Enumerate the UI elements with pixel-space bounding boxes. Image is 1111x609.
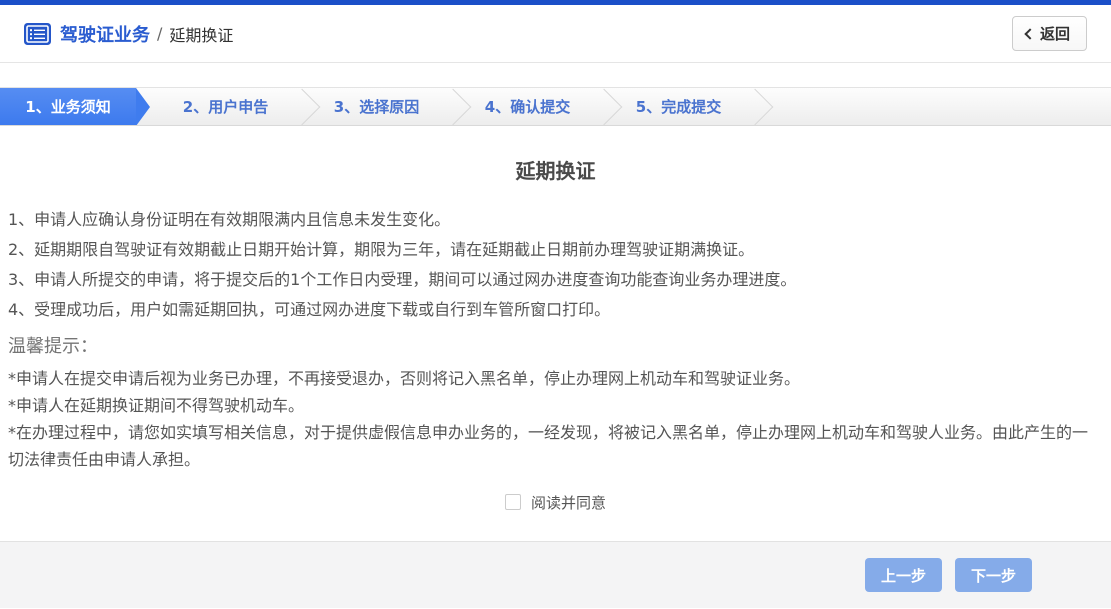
previous-step-button[interactable]: 上一步 <box>865 558 942 592</box>
tip-line: *申请人在提交申请后视为业务已办理，不再接受退办，否则将记入黑名单，停止办理网上… <box>8 365 1103 392</box>
tips-title: 温馨提示： <box>8 329 1103 365</box>
step-1-business-notice: 1、业务须知 <box>0 88 136 125</box>
tip-line: *申请人在延期换证期间不得驾驶机动车。 <box>8 392 1103 419</box>
active-step-arrow-icon <box>136 88 150 126</box>
breadcrumb-root[interactable]: 驾驶证业务 <box>60 21 150 47</box>
page-title: 延期换证 <box>8 155 1103 184</box>
notice-line: 4、受理成功后，用户如需延期回执，可通过网办进度下载或自行到车管所窗口打印。 <box>8 295 1103 325</box>
list-icon <box>24 23 51 45</box>
notice-line: 3、申请人所提交的申请，将于提交后的1个工作日内受理，期间可以通过网办进度查询功… <box>8 265 1103 295</box>
step-label: 2、用户申告 <box>183 96 268 117</box>
chevron-left-icon <box>1024 28 1035 39</box>
agree-row: 阅读并同意 <box>8 490 1103 514</box>
step-5-complete-submit: 5、完成提交 <box>603 88 754 125</box>
footer-action-bar: 上一步 下一步 <box>0 541 1111 608</box>
step-label: 1、业务须知 <box>25 96 110 117</box>
page-header: 驾驶证业务 / 延期换证 返回 <box>0 5 1111 63</box>
step-separator-icon <box>737 89 774 126</box>
step-3-select-reason: 3、选择原因 <box>301 88 452 125</box>
breadcrumb-current: 延期换证 <box>169 22 233 46</box>
agree-checkbox[interactable] <box>505 494 521 510</box>
notice-line: 2、延期期限自驾驶证有效期截止日期开始计算，期限为三年，请在延期截止日期前办理驾… <box>8 235 1103 265</box>
breadcrumb-separator: / <box>157 24 162 43</box>
step-label: 5、完成提交 <box>636 96 721 117</box>
step-4-confirm-submit: 4、确认提交 <box>452 88 603 125</box>
next-step-button[interactable]: 下一步 <box>955 558 1032 592</box>
notice-line: 1、申请人应确认身份证明在有效期限满内且信息未发生变化。 <box>8 205 1103 235</box>
header-step-gap <box>0 63 1111 87</box>
tip-line: *在办理过程中，请您如实填写相关信息，对于提供虚假信息申办业务的，一经发现，将被… <box>8 419 1103 473</box>
step-2-user-declaration: 2、用户申告 <box>150 88 301 125</box>
breadcrumb: 驾驶证业务 / 延期换证 <box>60 21 233 47</box>
wizard-step-bar: 1、业务须知 2、用户申告 3、选择原因 4、确认提交 5、完成提交 <box>0 87 1111 126</box>
step-label: 4、确认提交 <box>485 96 570 117</box>
step-label: 3、选择原因 <box>334 96 419 117</box>
back-button-label: 返回 <box>1040 23 1070 44</box>
agree-label[interactable]: 阅读并同意 <box>531 492 606 513</box>
main-content: 延期换证 1、申请人应确认身份证明在有效期限满内且信息未发生变化。 2、延期期限… <box>0 155 1111 514</box>
back-button[interactable]: 返回 <box>1012 16 1087 51</box>
